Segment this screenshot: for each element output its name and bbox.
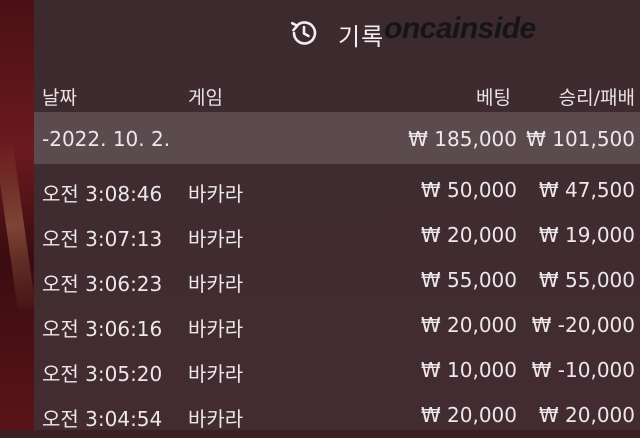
row-bet: ₩ 20,000 xyxy=(420,223,517,247)
table-row[interactable]: 오전 3:07:13 바카라 ₩ 20,000 ₩ 19,000 xyxy=(34,213,640,258)
summary-bet: ₩ 185,000 xyxy=(408,127,517,151)
summary-winloss: ₩ 101,500 xyxy=(526,127,635,151)
row-game: 바카라 xyxy=(188,317,244,341)
row-bet: ₩ 20,000 xyxy=(420,403,517,427)
watermark-text: oncainside xyxy=(384,12,536,45)
panel-header: 기록 oncainside xyxy=(34,0,640,70)
row-bet: ₩ 20,000 xyxy=(420,313,517,337)
row-time: 오전 3:08:46 xyxy=(42,182,163,206)
column-header-game: 게임 xyxy=(188,87,223,109)
row-game: 바카라 xyxy=(188,227,244,251)
column-header-winloss: 승리/패배 xyxy=(558,87,635,109)
row-time: 오전 3:04:54 xyxy=(42,407,163,431)
row-winloss: ₩ 19,000 xyxy=(538,223,635,247)
row-game: 바카라 xyxy=(188,182,244,206)
table-row[interactable]: 오전 3:06:16 바카라 ₩ 20,000 ₩ -20,000 xyxy=(34,303,640,348)
table-row[interactable]: 오전 3:04:54 바카라 ₩ 20,000 ₩ 20,000 xyxy=(34,393,640,438)
row-time: 오전 3:06:23 xyxy=(42,272,163,296)
row-winloss: ₩ 55,000 xyxy=(538,268,635,292)
column-header-bet: 베팅 xyxy=(476,87,511,109)
history-panel: 기록 oncainside 날짜 게임 베팅 승리/패배 -2022. 10. … xyxy=(34,0,640,431)
page-title: 기록 xyxy=(338,23,385,51)
row-bet: ₩ 10,000 xyxy=(420,358,517,382)
row-time: 오전 3:05:20 xyxy=(42,362,163,386)
row-winloss: ₩ -10,000 xyxy=(531,358,635,382)
row-game: 바카라 xyxy=(188,362,244,386)
row-bet: ₩ 55,000 xyxy=(420,268,517,292)
row-winloss: ₩ 20,000 xyxy=(538,403,635,427)
row-winloss: ₩ -20,000 xyxy=(531,313,635,337)
column-header-date: 날짜 xyxy=(42,87,77,109)
row-game: 바카라 xyxy=(188,272,244,296)
table-row[interactable]: 오전 3:05:20 바카라 ₩ 10,000 ₩ -10,000 xyxy=(34,348,640,393)
date-summary-row[interactable]: -2022. 10. 2. ₩ 185,000 ₩ 101,500 xyxy=(34,112,640,164)
background-decor xyxy=(0,139,36,311)
table-row[interactable]: 오전 3:06:23 바카라 ₩ 55,000 ₩ 55,000 xyxy=(34,258,640,303)
row-winloss: ₩ 47,500 xyxy=(538,178,635,202)
row-bet: ₩ 50,000 xyxy=(420,178,517,202)
summary-date: -2022. 10. 2. xyxy=(42,127,171,151)
row-time: 오전 3:06:16 xyxy=(42,317,163,341)
history-icon xyxy=(290,21,317,45)
row-time: 오전 3:07:13 xyxy=(42,227,163,251)
table-row[interactable]: 오전 3:08:46 바카라 ₩ 50,000 ₩ 47,500 xyxy=(34,168,640,213)
row-game: 바카라 xyxy=(188,407,244,431)
